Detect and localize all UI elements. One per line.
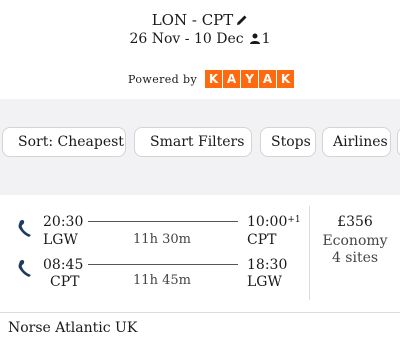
sort-label: Sort: Cheapest [18, 134, 124, 150]
airlines-button[interactable]: Airlines [322, 127, 391, 157]
flight-result-card[interactable]: 20:30 LGW 11h 30m 10:00+1 CPT 08:45 CPT … [0, 196, 400, 313]
kayak-logo: K A Y A K [205, 70, 295, 88]
powered-by: Powered by K A Y A K [128, 70, 295, 88]
dates-text: 26 Nov - 10 Dec [129, 31, 244, 47]
norse-logo-icon [18, 219, 31, 237]
outbound-arrive-airport: CPT [247, 232, 277, 248]
kayak-letter: K [277, 70, 295, 88]
traveller-count: 1 [261, 31, 271, 47]
kayak-letter: A [223, 70, 241, 88]
route-text: LON - CPT [151, 11, 234, 29]
outbound-day-offset: +1 [287, 215, 301, 225]
kayak-letter: K [205, 70, 223, 88]
filter-bar: Sort: Cheapest Smart Filters Stops Airli… [0, 99, 400, 195]
sort-button[interactable]: Sort: Cheapest [2, 127, 126, 157]
powered-by-text: Powered by [128, 72, 198, 86]
inbound-arrive-airport: LGW [247, 274, 282, 290]
person-icon [249, 33, 260, 44]
price: £356 [337, 214, 373, 230]
inbound-route-line [88, 264, 238, 265]
smart-filters-label: Smart Filters [150, 134, 245, 150]
sites-count: 4 sites [331, 250, 379, 266]
outbound-route-line [88, 221, 238, 222]
route-title[interactable]: LON - CPT [0, 11, 400, 29]
airline-name: Norse Atlantic UK [8, 320, 138, 336]
outbound-arrive-time-text: 10:00 [247, 214, 288, 230]
smart-filters-button[interactable]: Smart Filters [134, 127, 252, 157]
outbound-duration: 11h 30m [133, 232, 191, 247]
stops-label: Stops [271, 134, 311, 150]
trip-dates: 26 Nov - 10 Dec 1 [0, 30, 400, 48]
search-summary-header: LON - CPT 26 Nov - 10 Dec 1 Powered by K … [0, 0, 400, 98]
cabin-class: Economy [322, 233, 388, 249]
outbound-depart-airport: LGW [43, 232, 78, 248]
inbound-depart-airport: CPT [50, 274, 80, 290]
outbound-depart-time: 20:30 [43, 214, 84, 230]
kayak-letter: A [259, 70, 277, 88]
inbound-duration: 11h 45m [133, 273, 191, 288]
airlines-label: Airlines [333, 134, 388, 150]
norse-logo-icon [18, 259, 31, 277]
inbound-arrive-time: 18:30 [247, 257, 288, 273]
outbound-arrive-time: 10:00+1 [247, 214, 301, 230]
stops-button[interactable]: Stops [260, 127, 316, 157]
edit-pencil-icon[interactable] [236, 14, 248, 26]
kayak-letter: Y [241, 70, 259, 88]
inbound-depart-time: 08:45 [43, 257, 84, 273]
